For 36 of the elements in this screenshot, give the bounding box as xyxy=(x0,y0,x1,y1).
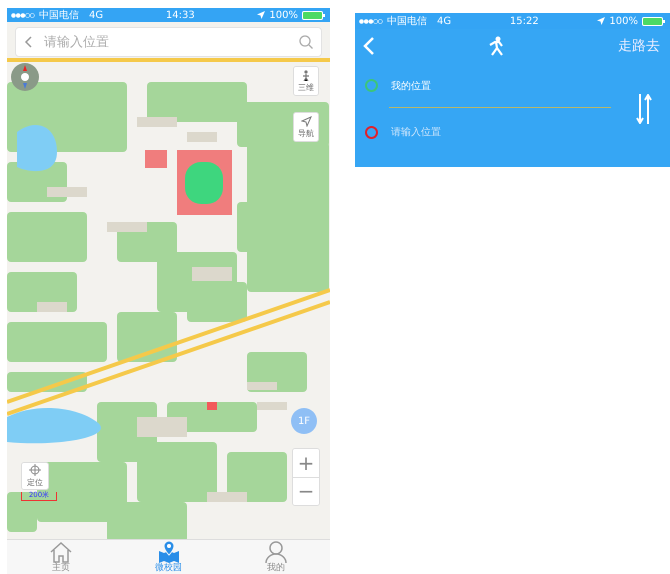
battery-text: 100% xyxy=(609,16,638,26)
house-icon xyxy=(48,541,73,563)
signal-icon xyxy=(11,12,35,18)
navigation-button[interactable]: 导航 xyxy=(293,112,319,142)
crosshair-icon xyxy=(29,464,41,476)
carrier-text: 中国电信 xyxy=(387,14,427,28)
tab[interactable]: 主页 xyxy=(7,540,115,574)
time-text: 14:33 xyxy=(166,10,195,20)
locate-button[interactable]: 定位 xyxy=(21,462,49,490)
3d-view-button[interactable]: 三维 xyxy=(293,66,319,96)
header-title: 走路去 xyxy=(618,37,660,55)
zoom-out-button[interactable]: − xyxy=(293,478,319,505)
network-text: 4G xyxy=(89,10,104,20)
compass-icon[interactable] xyxy=(10,62,40,92)
battery-icon xyxy=(302,10,326,20)
signal-icon xyxy=(359,18,383,24)
swap-arrows-icon[interactable] xyxy=(636,94,652,124)
location-arrow-icon xyxy=(597,17,606,25)
person-icon xyxy=(264,541,288,563)
battery-text: 100% xyxy=(269,10,298,20)
tab[interactable]: 微校园 xyxy=(114,540,222,574)
location-arrow-icon xyxy=(257,11,266,19)
search-icon[interactable] xyxy=(299,35,313,49)
navigation-arrow-icon xyxy=(300,116,312,126)
back-chevron-icon[interactable] xyxy=(24,36,32,48)
person-icon xyxy=(301,70,311,80)
time-text: 15:22 xyxy=(510,16,539,26)
destination-input[interactable]: 请输入位置 xyxy=(391,127,636,138)
battery-icon xyxy=(642,16,666,26)
zoom-in-button[interactable]: + xyxy=(293,449,319,478)
start-location-text[interactable]: 我的位置 xyxy=(391,78,431,92)
tab[interactable]: 我的 xyxy=(222,540,330,574)
carrier-text: 中国电信 xyxy=(39,8,79,22)
search-bar[interactable]: 请输入位置 xyxy=(15,27,322,57)
search-field[interactable]: 请输入位置 xyxy=(42,34,289,50)
network-text: 4G xyxy=(437,16,452,26)
